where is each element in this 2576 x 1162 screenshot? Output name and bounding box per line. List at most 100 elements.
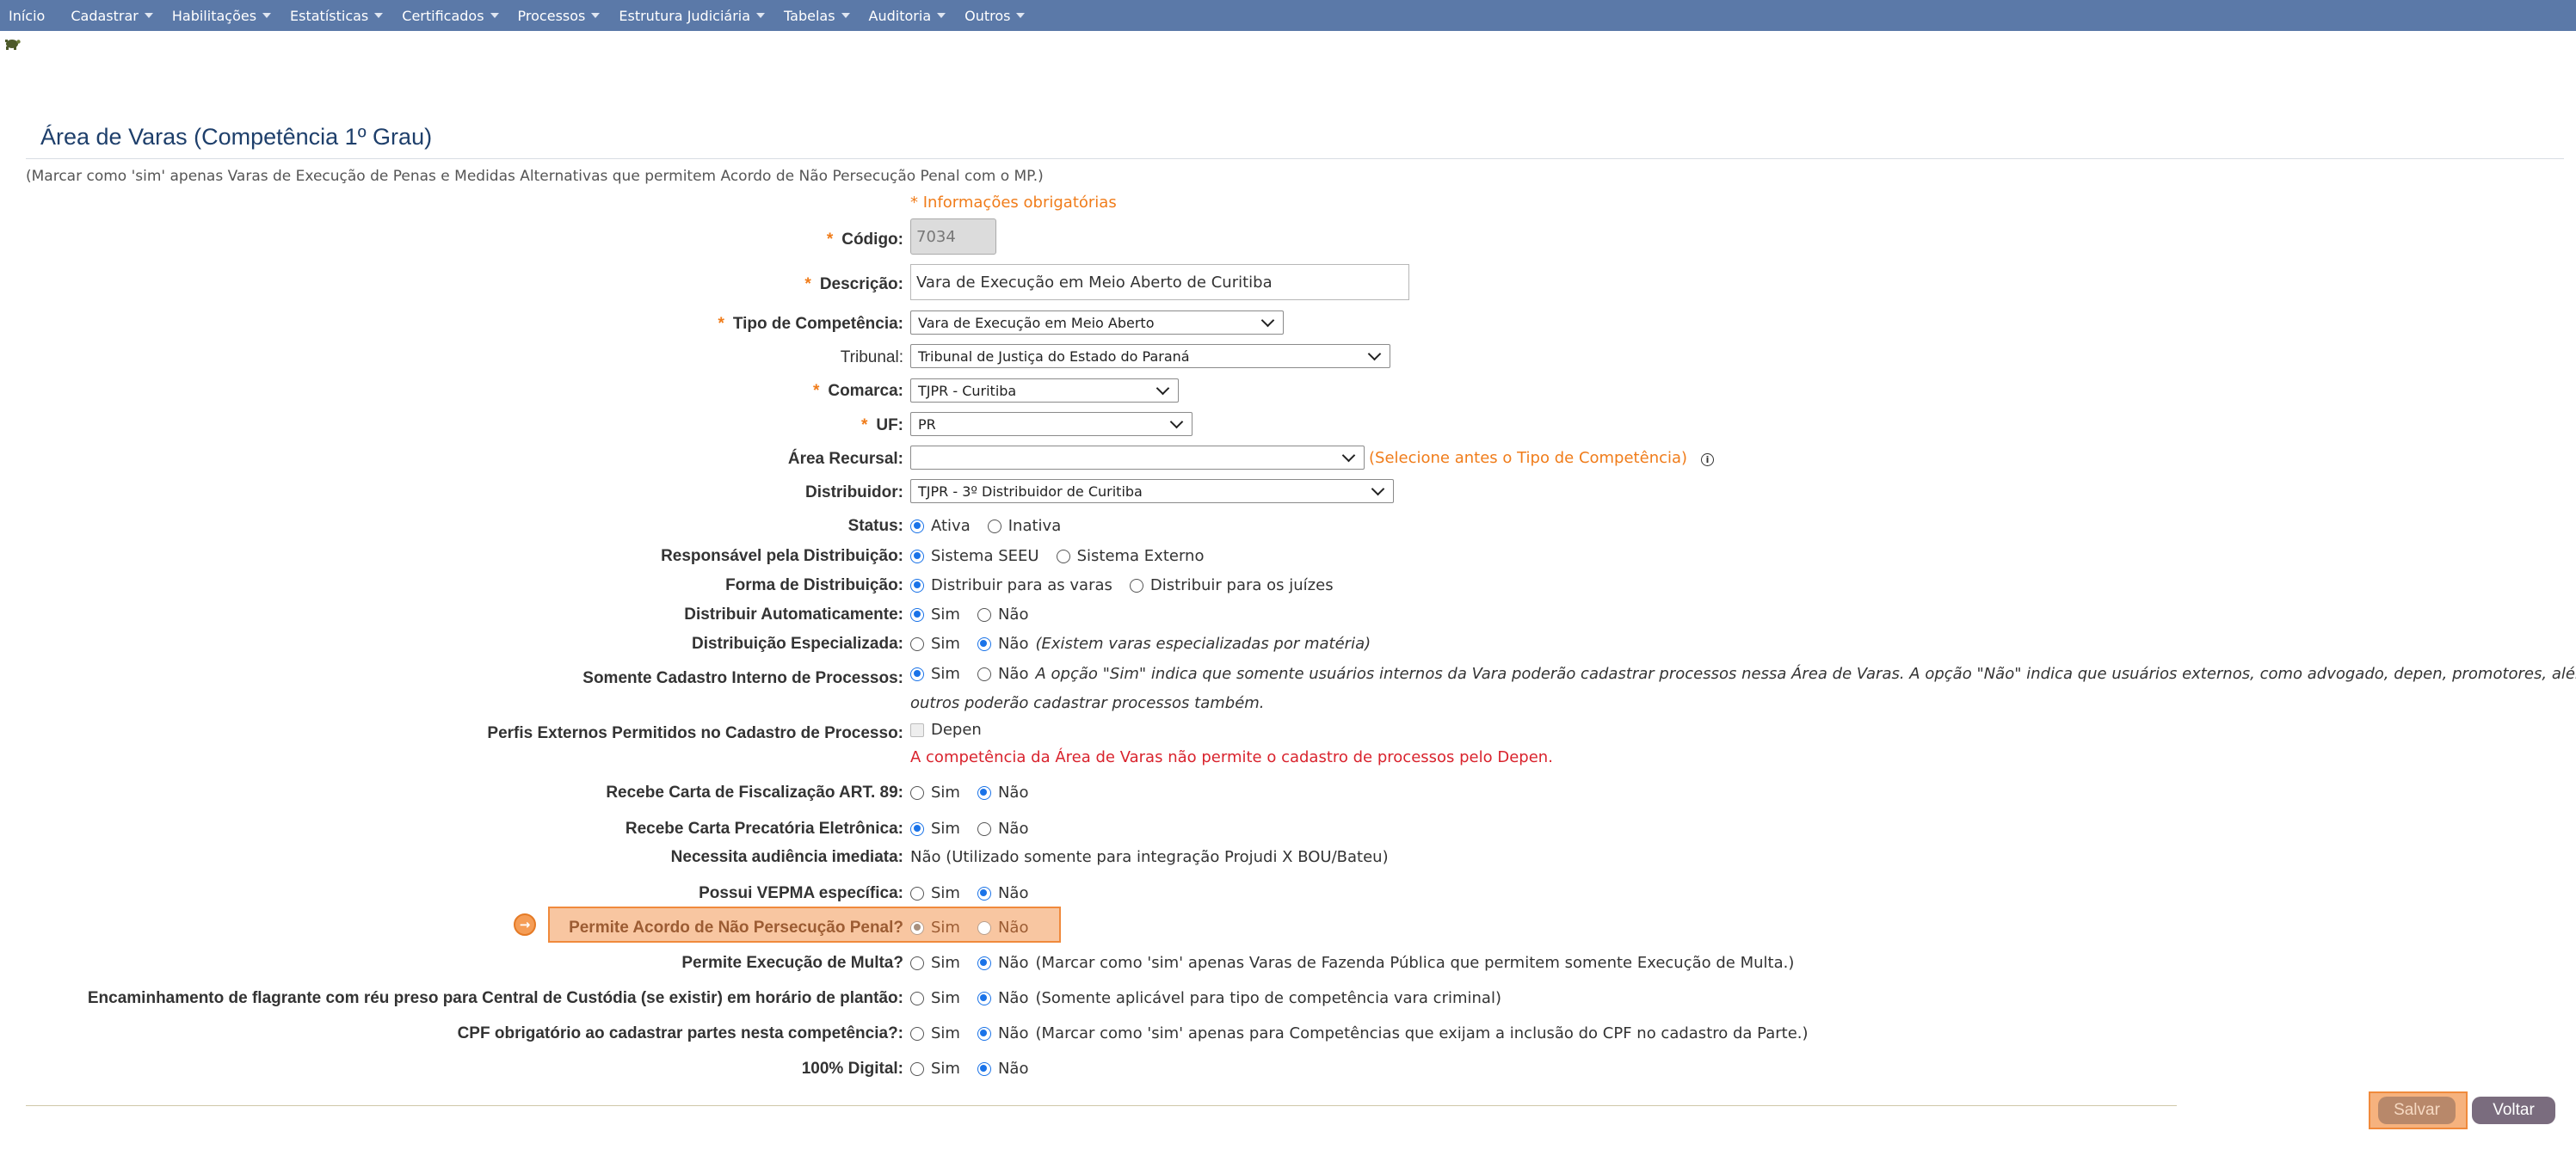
anpp-sim-radio <box>910 920 924 935</box>
required-asterisk: * <box>718 315 724 333</box>
label-text: Código: <box>841 231 903 249</box>
uf-label: * UF: <box>861 416 903 435</box>
carta-fiscalizacao-label: Recebe Carta de Fiscalização ART. 89: <box>606 784 903 802</box>
nav-processos[interactable]: Processos <box>518 8 601 24</box>
vepma-sim-radio[interactable] <box>910 886 924 901</box>
nav-certificados[interactable]: Certificados <box>402 8 499 24</box>
sistema-seeu-radio[interactable] <box>910 549 924 563</box>
caret-down-icon <box>490 13 499 18</box>
descricao-label: * Descrição: <box>804 275 903 294</box>
option-label: Sistema SEEU <box>931 547 1039 565</box>
distrib-esp-nao-radio[interactable] <box>977 636 991 651</box>
nav-outros[interactable]: Outros <box>964 8 1026 24</box>
chevron-down-icon <box>1260 313 1275 328</box>
required-asterisk: * <box>804 275 811 293</box>
carta-precatoria-sim-radio[interactable] <box>910 821 924 836</box>
option-label: Não <box>997 1024 1029 1042</box>
nav-habilitacoes[interactable]: Habilitações <box>171 7 272 24</box>
required-note: * Informações obrigatórias <box>910 194 1117 212</box>
tribunal-select[interactable]: Tribunal de Justiça do Estado do Paraná <box>910 344 1390 368</box>
digital-label: 100% Digital: <box>801 1060 903 1078</box>
caret-down-icon <box>756 13 766 18</box>
tipo-competencia-select[interactable]: Vara de Execução em Meio Aberto <box>910 310 1284 335</box>
option-label: Não <box>997 989 1029 1007</box>
nav-inicio[interactable]: Início <box>9 8 45 24</box>
descricao-input[interactable]: Vara de Execução em Meio Aberto de Curit… <box>910 264 1409 300</box>
option-label: Sim <box>931 919 960 937</box>
nav-label: Cadastrar <box>71 7 139 24</box>
flagrante-options: Sim Não (Somente aplicável para tipo de … <box>910 989 1501 1007</box>
distrib-esp-sim-radio[interactable] <box>910 636 924 651</box>
cpf-sim-radio[interactable] <box>910 1026 924 1041</box>
tipo-competencia-label: * Tipo de Competência: <box>718 315 903 334</box>
nav-label: Habilitações <box>171 7 257 24</box>
digital-sim-radio[interactable] <box>910 1061 924 1076</box>
carta-fiscalizacao-options: Sim Não <box>910 784 1045 802</box>
back-button[interactable]: Voltar <box>2472 1097 2555 1124</box>
option-label: Sim <box>931 1024 960 1042</box>
area-recursal-hint: (Selecione antes o Tipo de Competência) i <box>1369 449 1715 467</box>
caret-down-icon <box>591 13 601 18</box>
vepma-nao-radio[interactable] <box>977 886 991 901</box>
distrib-auto-sim-radio[interactable] <box>910 607 924 622</box>
distribuir-juizes-radio[interactable] <box>1129 578 1143 593</box>
flagrante-sim-radio[interactable] <box>910 991 924 1005</box>
select-value: TJPR - Curitiba <box>918 382 1017 399</box>
page-title: Área de Varas (Competência 1º Grau) <box>40 124 433 150</box>
flagrante-note: (Somente aplicável para tipo de competên… <box>1035 989 1501 1007</box>
depen-checkbox <box>910 722 924 737</box>
cadastro-interno-note: A opção "Sim" indica que somente usuário… <box>1035 665 2576 683</box>
perfis-externos-options: Depen <box>910 721 982 739</box>
status-ativa-radio[interactable] <box>910 519 924 533</box>
info-icon[interactable]: i <box>1701 453 1715 466</box>
sistema-externo-radio[interactable] <box>1056 549 1070 563</box>
anpp-label: Permite Acordo de Não Persecução Penal? <box>569 919 903 937</box>
nav-estrutura-judiciaria[interactable]: Estrutura Judiciária <box>619 8 766 24</box>
label-text: Descrição: <box>819 275 903 293</box>
forma-label: Forma de Distribuição: <box>725 576 903 594</box>
comarca-select[interactable]: TJPR - Curitiba <box>910 378 1179 403</box>
nav-estatisticas[interactable]: Estatísticas <box>290 7 384 24</box>
nav-auditoria[interactable]: Auditoria <box>869 8 946 24</box>
chevron-down-icon <box>1341 448 1356 463</box>
status-inativa-radio[interactable] <box>987 519 1001 533</box>
cpf-nao-radio[interactable] <box>977 1026 991 1041</box>
uf-select[interactable]: PR <box>910 412 1192 436</box>
multa-nao-radio[interactable] <box>977 956 991 970</box>
distrib-auto-label: Distribuir Automaticamente: <box>684 606 903 624</box>
cadastro-interno-sim-radio[interactable] <box>910 667 924 681</box>
flagrante-nao-radio[interactable] <box>977 991 991 1005</box>
hint-text: (Selecione antes o Tipo de Competência) <box>1369 449 1688 467</box>
digital-nao-radio[interactable] <box>977 1061 991 1076</box>
select-value: TJPR - 3º Distribuidor de Curitiba <box>918 483 1143 500</box>
turtle-icon <box>5 40 21 50</box>
perfis-externos-label: Perfis Externos Permitidos no Cadastro d… <box>487 724 903 742</box>
carta-fiscalizacao-sim-radio[interactable] <box>910 785 924 800</box>
cadastro-interno-nao-radio[interactable] <box>977 667 991 681</box>
nav-label: Estatísticas <box>290 7 369 24</box>
distribuidor-select[interactable]: TJPR - 3º Distribuidor de Curitiba <box>910 479 1394 503</box>
cadastro-interno-note-continued: outros poderão cadastrar processos també… <box>910 694 1265 712</box>
option-label: Não <box>997 820 1029 838</box>
distribuir-varas-radio[interactable] <box>910 578 924 593</box>
caret-down-icon <box>374 13 384 18</box>
carta-fiscalizacao-nao-radio[interactable] <box>977 785 991 800</box>
multa-sim-radio[interactable] <box>910 956 924 970</box>
save-button[interactable]: Salvar <box>2378 1097 2456 1124</box>
option-label: Não <box>997 954 1029 972</box>
arrow-right-icon: → <box>514 913 536 936</box>
nav-tabelas[interactable]: Tabelas <box>784 8 850 24</box>
option-label: Não <box>997 606 1029 624</box>
option-label: Sim <box>931 606 960 624</box>
distrib-auto-nao-radio[interactable] <box>977 607 991 622</box>
top-navigation: Início Cadastrar Habilitações Estatístic… <box>0 0 2576 31</box>
codigo-input: 7034 <box>910 218 996 255</box>
page-note: (Marcar como 'sim' apenas Varas de Execu… <box>26 168 1044 185</box>
multa-options: Sim Não (Marcar como 'sim' apenas Varas … <box>910 954 1794 972</box>
carta-precatoria-nao-radio[interactable] <box>977 821 991 836</box>
area-recursal-select[interactable] <box>910 446 1365 470</box>
nav-cadastrar[interactable]: Cadastrar <box>71 8 153 24</box>
cadastro-interno-options: Sim Não A opção "Sim" indica que somente… <box>910 665 2576 683</box>
bottom-divider <box>26 1105 2177 1106</box>
tribunal-label: Tribunal: <box>840 348 903 366</box>
